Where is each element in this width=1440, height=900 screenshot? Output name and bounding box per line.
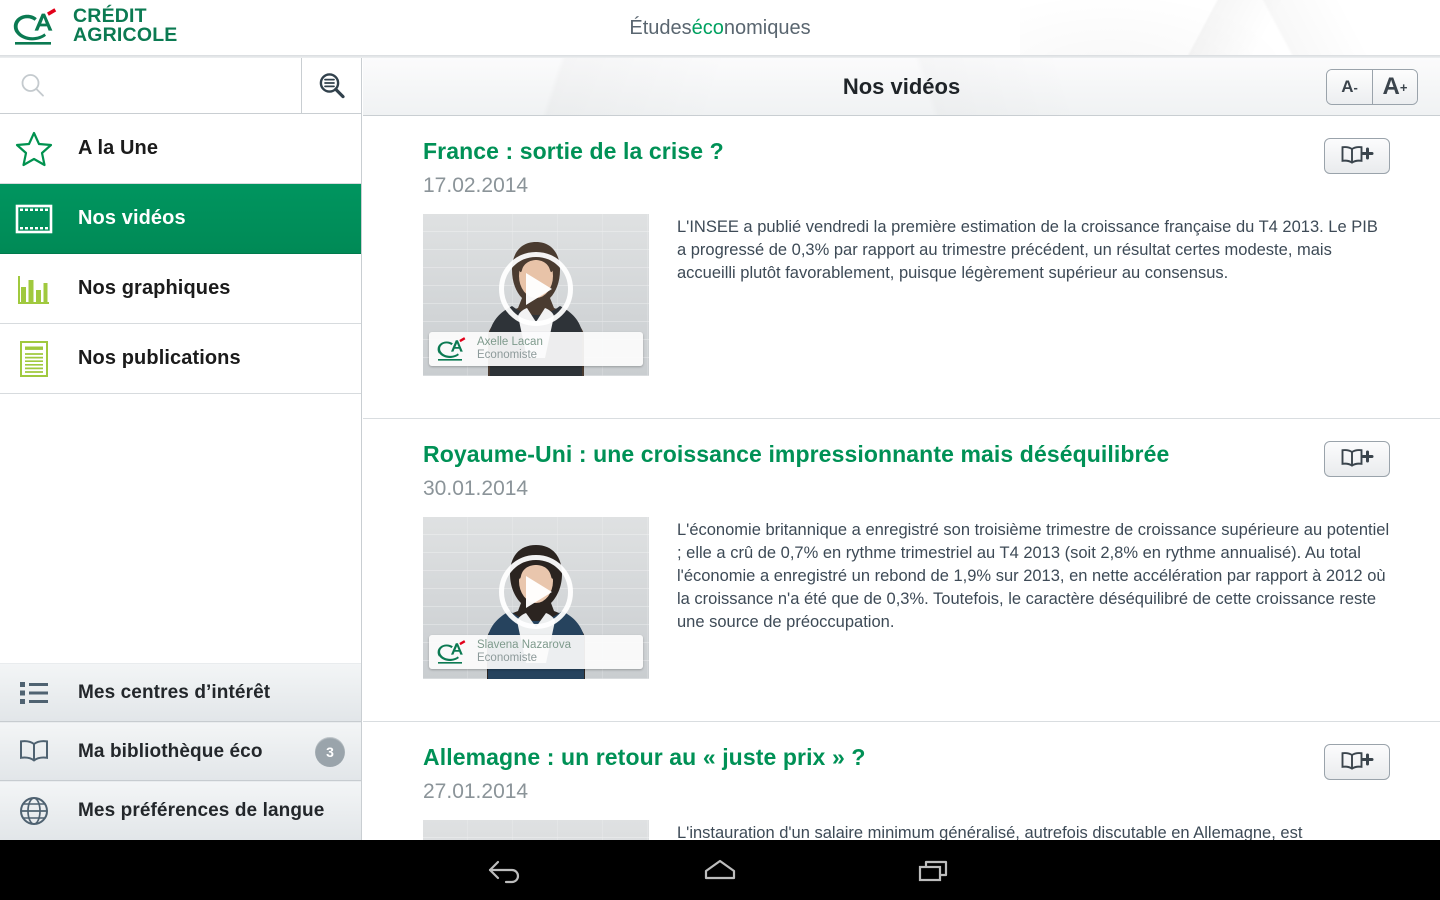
page-title: Études éco nomiques — [0, 0, 1440, 56]
ca-logo-mini-icon — [437, 337, 466, 361]
android-recents-button[interactable] — [902, 848, 966, 892]
video-thumbnail[interactable] — [423, 820, 649, 840]
globe-icon — [14, 791, 54, 831]
android-home-button[interactable] — [688, 848, 752, 892]
article-text: L'économie britannique a enregistré son … — [677, 521, 1390, 632]
sidebar-item-nos-graphiques[interactable]: Nos graphiques — [0, 254, 361, 324]
add-to-library-button[interactable] — [1324, 744, 1390, 780]
font-decrease-button[interactable]: A- — [1327, 70, 1372, 104]
sidebar: A la Une Nos vidéos Nos graphiques Nos p… — [0, 58, 362, 840]
speaker-role: Economiste — [477, 652, 538, 664]
book-plus-icon — [1341, 146, 1374, 164]
article-date: 30.01.2014 — [423, 477, 529, 500]
sidebar-bottom-nav: Mes centres d’intérêt Ma bibliothèque éc… — [0, 663, 361, 840]
article-body: L'instauration d'un salaire minimum géné… — [423, 820, 1390, 840]
book-plus-icon — [1341, 449, 1374, 467]
search-row — [0, 58, 361, 114]
sidebar-item-label: Nos graphiques — [78, 277, 231, 299]
speaker-name: Slavena Nazarova — [477, 639, 571, 652]
sidebar-item-label: Mes centres d’intérêt — [78, 681, 271, 703]
font-increase-sup: + — [1399, 79, 1408, 95]
android-navigation-bar — [0, 840, 1440, 900]
article-date: 17.02.2014 — [423, 174, 529, 197]
article-text: L'instauration d'un salaire minimum géné… — [677, 824, 1303, 840]
article-title[interactable]: France : sortie de la crise ? — [423, 138, 1390, 165]
android-back-button[interactable] — [474, 848, 538, 892]
article-date: 27.01.2014 — [423, 780, 529, 803]
advanced-search-button[interactable] — [302, 58, 361, 113]
advanced-search-icon — [319, 72, 345, 98]
title-part-1: Études — [629, 16, 692, 39]
speaker-info: Slavena Nazarova Economiste — [477, 639, 571, 665]
article-title[interactable]: Royaume-Uni : une croissance impressionn… — [423, 441, 1390, 468]
book-icon — [14, 732, 54, 772]
speaker-info: Axelle Lacan Economiste — [477, 336, 543, 362]
content-panel: Nos vidéos A- A + France : sortie de la c… — [363, 58, 1440, 840]
add-to-library-button[interactable] — [1324, 138, 1390, 174]
video-thumbnail[interactable]: Axelle Lacan Economiste — [423, 214, 649, 376]
app-header: CRÉDIT AGRICOLE Études éco nomiques — [0, 0, 1440, 56]
font-increase-label: A — [1382, 73, 1400, 100]
sidebar-nav: A la Une Nos vidéos Nos graphiques Nos p… — [0, 114, 361, 394]
font-decrease-label: A — [1341, 77, 1354, 96]
bar-chart-icon — [14, 269, 54, 309]
font-decrease-sup: - — [1353, 79, 1358, 95]
article-body: Axelle Lacan Economiste L'INSEE a publié… — [423, 214, 1390, 396]
speaker-lower-third: Slavena Nazarova Economiste — [429, 635, 643, 669]
sidebar-item-label: Mes préférences de langue — [78, 800, 325, 821]
content-title: Nos vidéos — [842, 74, 961, 99]
play-button[interactable] — [499, 251, 573, 326]
library-count-badge: 3 — [315, 736, 345, 767]
sidebar-item-label: A la Une — [78, 137, 159, 159]
star-icon — [14, 129, 54, 169]
article-body: Slavena Nazarova Economiste L'économie b… — [423, 517, 1390, 699]
speaker-lower-third: Axelle Lacan Economiste — [429, 332, 643, 366]
book-plus-icon — [1341, 752, 1374, 770]
sidebar-item-label: Nos vidéos — [78, 207, 186, 229]
sidebar-item-bibliotheque[interactable]: Ma bibliothèque éco 3 — [0, 722, 361, 781]
add-to-library-button[interactable] — [1324, 441, 1390, 477]
font-size-controls: A- A + — [1326, 69, 1418, 105]
search-field[interactable] — [0, 58, 302, 113]
sidebar-item-nos-videos[interactable]: Nos vidéos — [0, 184, 361, 254]
article-title[interactable]: Allemagne : un retour au « juste prix » … — [423, 744, 1390, 771]
home-icon — [704, 859, 736, 880]
sidebar-item-label: Nos publications — [78, 347, 241, 369]
document-icon — [14, 339, 54, 379]
list-icon — [14, 673, 54, 713]
article-item[interactable]: Allemagne : un retour au « juste prix » … — [363, 721, 1440, 840]
title-accent: éco — [691, 16, 724, 39]
recents-icon — [918, 860, 948, 882]
sidebar-item-a-la-une[interactable]: A la Une — [0, 114, 361, 184]
article-item[interactable]: Royaume-Uni : une croissance impressionn… — [363, 418, 1440, 699]
article-item[interactable]: France : sortie de la crise ? 17.02.2014 — [363, 116, 1440, 396]
speaker-name: Axelle Lacan — [477, 336, 543, 349]
speaker-role: Economiste — [477, 349, 538, 361]
app-root: CRÉDIT AGRICOLE Études éco nomiques A la… — [0, 0, 1440, 900]
sidebar-item-label: Ma bibliothèque éco — [78, 740, 263, 762]
search-input[interactable] — [48, 77, 301, 94]
sidebar-item-nos-publications[interactable]: Nos publications — [0, 324, 361, 394]
title-part-2: nomiques — [723, 16, 811, 39]
film-icon — [14, 199, 54, 239]
sidebar-item-preferences-langue[interactable]: Mes préférences de langue — [0, 781, 361, 840]
play-button[interactable] — [499, 554, 573, 629]
ca-logo-mini-icon — [437, 640, 466, 664]
thumbnail-backdrop — [423, 820, 649, 840]
sidebar-item-centres-interet[interactable]: Mes centres d’intérêt — [0, 663, 361, 722]
back-icon — [488, 860, 520, 884]
search-icon — [21, 73, 44, 97]
content-header: Nos vidéos A- A + — [363, 58, 1440, 116]
article-text: L'INSEE a publié vendredi la première es… — [677, 218, 1378, 283]
video-thumbnail[interactable]: Slavena Nazarova Economiste — [423, 517, 649, 679]
font-increase-button[interactable]: A + — [1372, 70, 1417, 104]
article-list[interactable]: France : sortie de la crise ? 17.02.2014 — [363, 116, 1440, 840]
